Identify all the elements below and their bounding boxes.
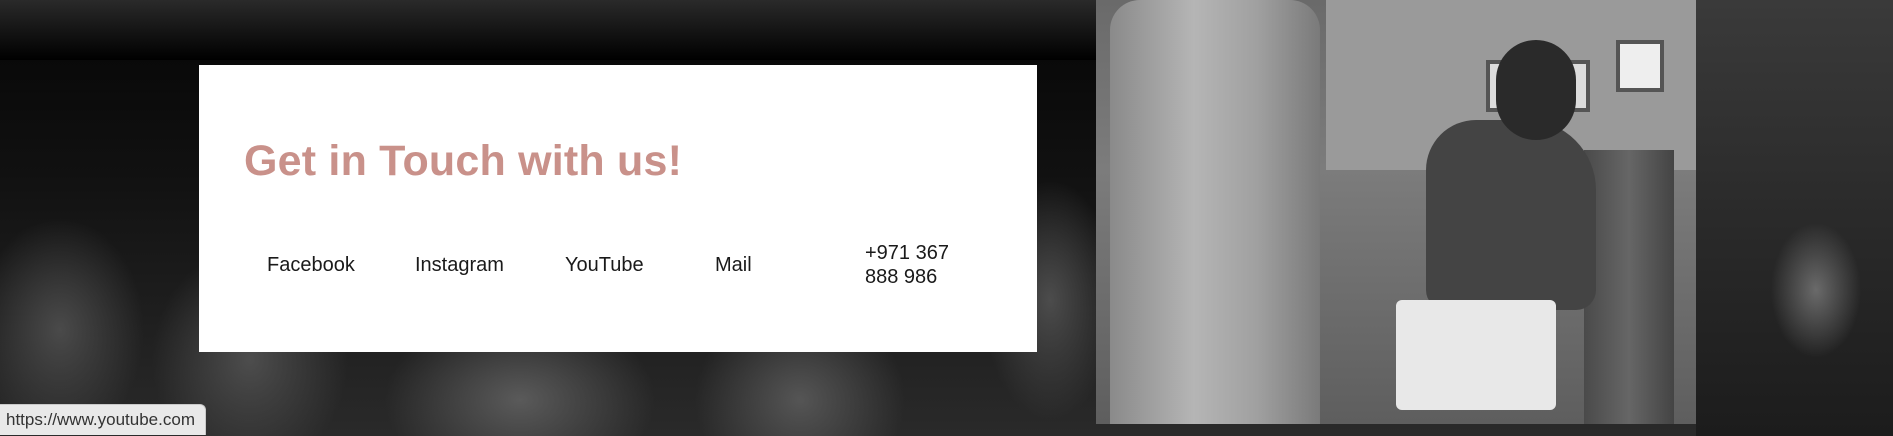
contact-links: Facebook Instagram YouTube Mail +971 367…	[267, 242, 967, 317]
person-torso	[1426, 120, 1596, 310]
link-hover-status-bar: https://www.youtube.com	[0, 404, 206, 435]
mail-link[interactable]: Mail	[715, 253, 752, 277]
palm-trunk-back	[1584, 150, 1674, 424]
facebook-link[interactable]: Facebook	[267, 253, 355, 277]
person-shorts	[1396, 300, 1556, 410]
building-window	[1616, 40, 1664, 92]
phone-line-1: +971 367	[865, 242, 949, 264]
woman-by-palm-tree-photo	[1096, 0, 1696, 424]
contact-title: Get in Touch with us!	[244, 137, 683, 185]
phone-line-2: 888 986	[865, 266, 938, 288]
person-head	[1496, 40, 1576, 140]
phone-link[interactable]: +971 367 888 986	[865, 241, 949, 289]
contact-card: Get in Touch with us! Facebook Instagram…	[199, 65, 1037, 352]
palm-trunk	[1110, 0, 1320, 424]
instagram-link[interactable]: Instagram	[415, 253, 504, 277]
audience-photo-right	[1696, 0, 1893, 436]
youtube-link[interactable]: YouTube	[565, 253, 644, 277]
